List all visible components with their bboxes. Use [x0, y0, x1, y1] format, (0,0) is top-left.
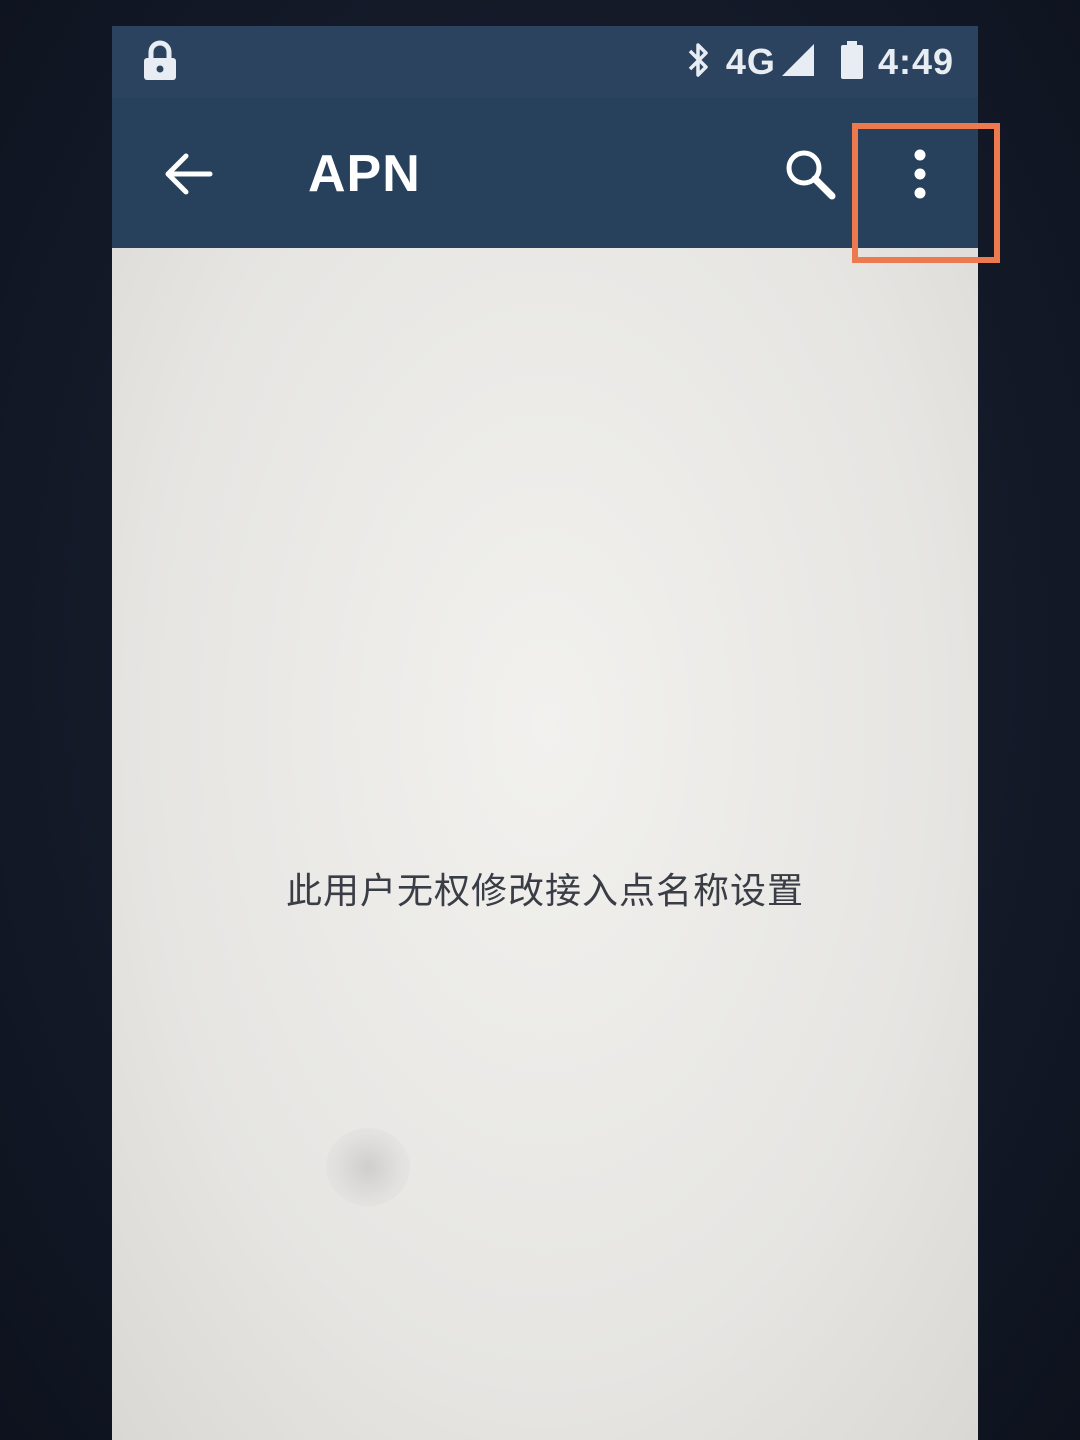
page-title: APN — [308, 145, 421, 203]
app-bar: APN — [112, 98, 978, 248]
screen-smudge — [326, 1128, 410, 1206]
network-type: 4G — [725, 41, 776, 82]
status-bar: 4G 4:49 — [112, 26, 978, 98]
battery-icon — [840, 40, 864, 84]
back-button[interactable] — [152, 140, 224, 212]
search-icon — [782, 146, 838, 206]
lock-icon — [142, 40, 178, 86]
phone-screen: 4G 4:49 APN 此用户无权修改接入点名称设置 — [112, 26, 978, 1440]
content-area: 此用户无权修改接入点名称设置 — [112, 248, 978, 1440]
status-time: 4:49 — [877, 41, 954, 82]
search-button[interactable] — [772, 138, 848, 214]
signal-icon — [780, 42, 816, 82]
bluetooth-icon — [686, 40, 712, 84]
highlight-box — [852, 123, 1000, 263]
permission-message: 此用户无权修改接入点名称设置 — [285, 871, 804, 912]
back-arrow-icon — [162, 152, 214, 200]
status-icons: 4G 4:49 — [686, 26, 954, 98]
